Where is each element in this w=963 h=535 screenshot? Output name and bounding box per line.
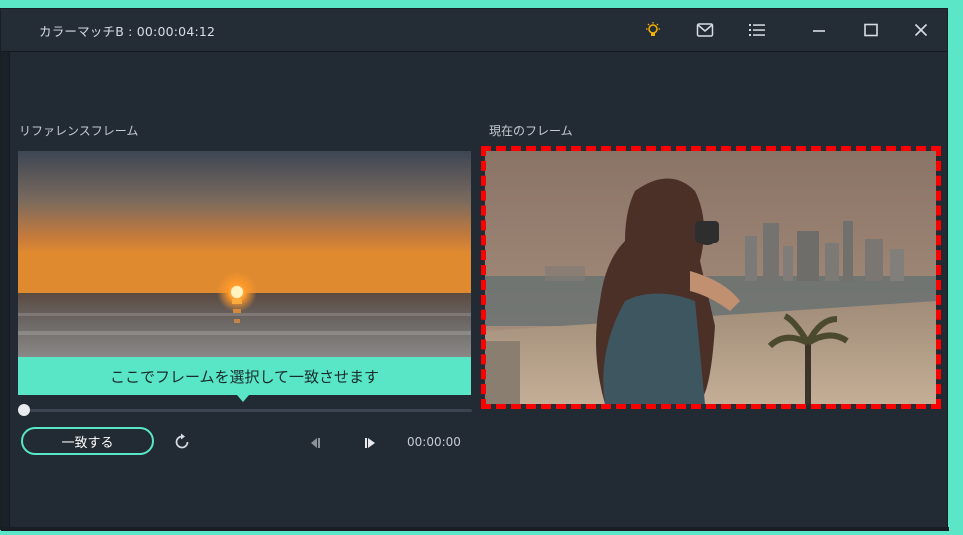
reference-frame-image[interactable] [18,151,471,357]
tooltip-pointer [237,395,249,402]
match-button[interactable]: 一致する [21,427,154,455]
current-frame-image[interactable] [485,151,936,404]
select-frame-tooltip: ここでフレームを選択して一致させます [18,357,471,395]
reset-icon[interactable] [171,431,193,453]
frame-slider-handle[interactable] [18,404,30,416]
timecode-display: 00:00:00 [407,435,461,449]
mail-icon[interactable] [693,18,717,42]
window-title: カラーマッチB : 00:00:04:12 [39,24,216,39]
next-frame-icon[interactable] [361,434,379,452]
reference-frame-label: リファレンスフレーム [19,124,139,138]
frame-slider-track[interactable] [23,409,472,412]
current-frame-label: 現在のフレーム [489,124,573,138]
prev-frame-icon[interactable] [306,434,324,452]
window-bottom-edge [1,527,949,531]
minimize-icon[interactable] [807,18,831,42]
lightbulb-icon[interactable] [641,18,665,42]
close-icon[interactable] [909,18,933,42]
color-match-window: カラーマッチB : 00:00:04:12 リファレンスフレーム ここでフレーム… [0,8,949,531]
left-panel-edge [1,52,10,531]
title-bar: カラーマッチB : 00:00:04:12 [1,9,947,52]
maximize-icon[interactable] [859,18,883,42]
menu-list-icon[interactable] [745,18,769,42]
